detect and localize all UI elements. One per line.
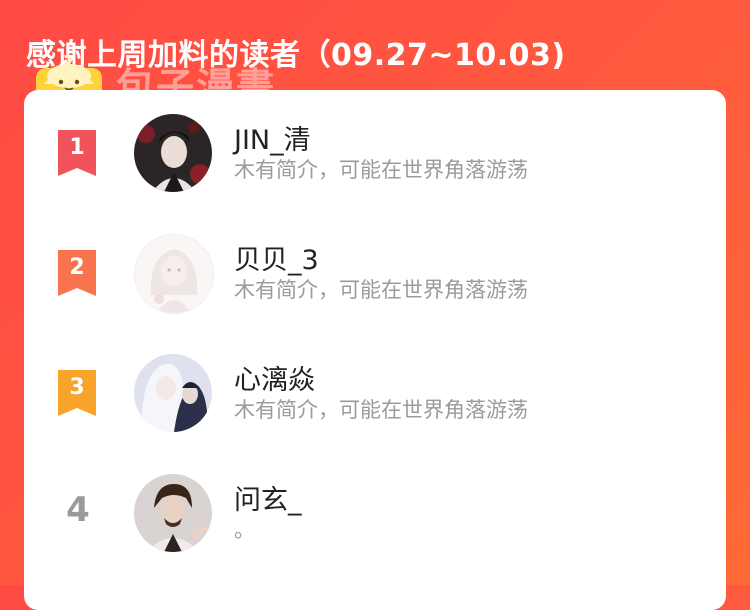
reader-name: 贝贝_3	[234, 245, 319, 276]
reader-bio: 木有简介，可能在世界角落游荡	[234, 398, 528, 422]
list-item[interactable]: 3 心漓焱 木有简介，可能在世界角落游荡	[24, 330, 726, 432]
reader-ranking-card: 1 JIN_清 木有简介，可能在世界角落游荡 2 贝贝_3 木有简介，可能在世界…	[24, 90, 726, 610]
rank-number: 4	[66, 490, 90, 530]
list-item[interactable]: 2 贝贝_3 木有简介，可能在世界角落游荡	[24, 210, 726, 314]
avatar[interactable]	[134, 114, 212, 192]
reader-name: 心漓焱	[234, 365, 315, 396]
avatar[interactable]	[134, 354, 212, 432]
reader-bio: 。	[234, 518, 255, 542]
list-item[interactable]: 1 JIN_清 木有简介，可能在世界角落游荡	[24, 90, 726, 192]
reader-bio: 木有简介，可能在世界角落游荡	[234, 278, 528, 302]
list-item[interactable]: 4 问玄_ 。	[24, 450, 726, 552]
reader-name: JIN_清	[234, 125, 311, 156]
avatar[interactable]	[134, 234, 214, 314]
reader-name: 问玄_	[234, 485, 302, 516]
reader-bio: 木有简介，可能在世界角落游荡	[234, 158, 528, 182]
rank-badge-bronze: 3	[58, 370, 96, 416]
rank-badge-gold: 1	[58, 130, 96, 176]
rank-number: 2	[69, 255, 85, 280]
avatar[interactable]	[134, 474, 212, 552]
rank-number: 1	[69, 135, 85, 160]
rank-badge-silver: 2	[58, 250, 96, 296]
rank-number: 3	[69, 375, 85, 400]
